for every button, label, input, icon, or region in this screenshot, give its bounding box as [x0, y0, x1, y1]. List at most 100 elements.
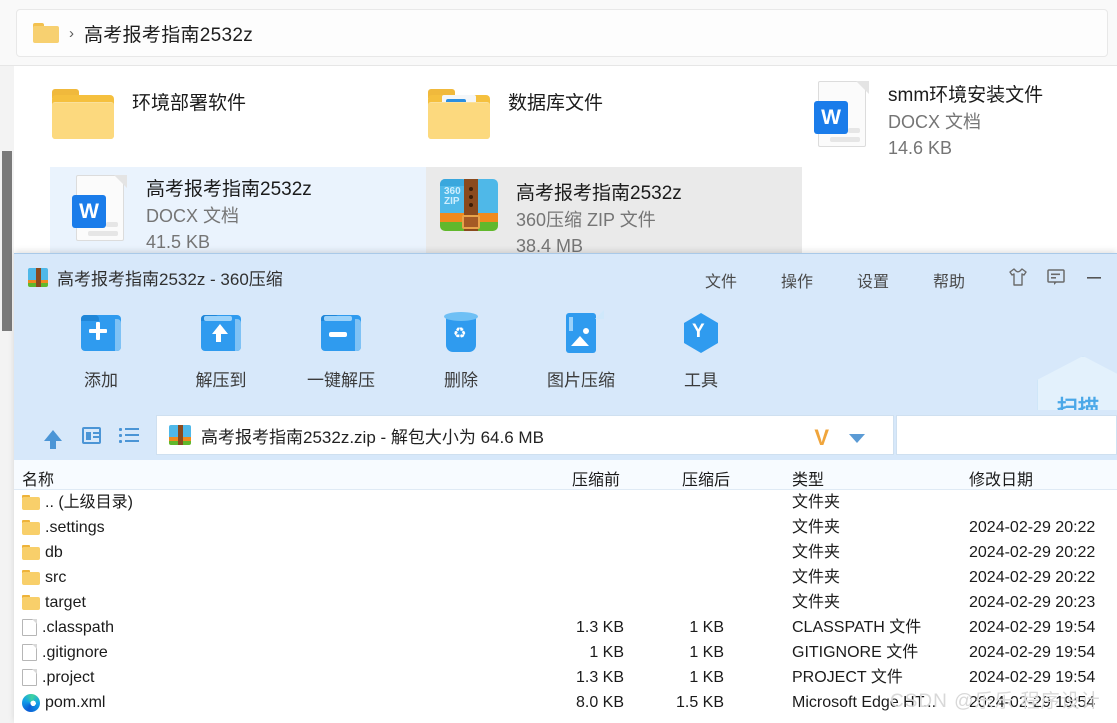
row-name: src [45, 569, 67, 586]
explorer-tile-folder-2[interactable]: 数据库文件 [428, 89, 808, 155]
folder-icon [22, 495, 40, 510]
list-view-icon[interactable] [114, 420, 144, 450]
window-titlebar[interactable]: 高考报考指南2532z - 360压缩 文件 操作 设置 帮助 [14, 254, 1117, 298]
explorer-scrollbar-thumb[interactable] [2, 151, 12, 331]
zip-360-icon [28, 268, 48, 287]
menu-item-help[interactable]: 帮助 [911, 266, 987, 294]
row-type: Microsoft Edge HT... [792, 694, 937, 711]
row-type: 文件夹 [792, 544, 841, 561]
feedback-icon[interactable] [1039, 262, 1073, 292]
explorer-tile-doc-smm[interactable]: W smm环境安装文件 DOCX 文档 14.6 KB [814, 81, 1114, 177]
toolbar-button-delete[interactable]: ♻ 删除 [406, 310, 516, 391]
tile-type: DOCX 文档 [146, 206, 240, 226]
search-input[interactable] [896, 415, 1117, 455]
table-row[interactable]: .. (上级目录) 文件夹 [14, 490, 1117, 515]
toolbar-button-one-click-extract[interactable]: 一键解压 [286, 310, 396, 391]
table-row[interactable]: .gitignore 1 KB 1 KB GITIGNORE 文件 2024-0… [14, 640, 1117, 665]
row-name-cell: .gitignore [22, 640, 108, 665]
zip-360-icon: 360 ZIP [440, 179, 498, 231]
row-date: 2024-02-29 19:54 [969, 694, 1096, 711]
tile-name: smm环境安装文件 [888, 85, 1044, 106]
image-compress-icon [558, 310, 604, 356]
column-header-size-after[interactable]: 压缩后 [682, 466, 730, 490]
folder-icon [22, 595, 40, 610]
folder-one-click-extract-icon [318, 310, 364, 356]
row-date: 2024-02-29 19:54 [969, 669, 1096, 686]
menu-bar: 文件 操作 设置 帮助 [683, 266, 987, 294]
row-size-after: 1 KB [689, 669, 724, 686]
toolbar-button-add[interactable]: 添加 [46, 310, 156, 391]
toolbar-label: 图片压缩 [547, 371, 615, 390]
row-name: .. (上级目录) [45, 494, 133, 511]
row-date: 2024-02-29 19:54 [969, 644, 1096, 661]
trash-icon: ♻ [438, 310, 484, 356]
row-type: 文件夹 [792, 594, 841, 611]
chevron-down-icon[interactable] [849, 434, 865, 443]
row-name-cell: src [22, 565, 66, 590]
row-name: .project [42, 669, 95, 686]
tile-type: 360压缩 ZIP 文件 [516, 210, 656, 230]
row-type: 文件夹 [792, 494, 841, 511]
table-row[interactable]: target 文件夹 2024-02-29 20:23 [14, 590, 1117, 615]
column-header-size-before[interactable]: 压缩前 [572, 466, 620, 490]
explorer-tile-doc-selected[interactable]: W 高考报考指南2532z DOCX 文档 41.5 KB [50, 167, 426, 253]
toolbar-button-image-compress[interactable]: 图片压缩 [526, 310, 636, 391]
window-buttons [1001, 262, 1111, 292]
menu-item-settings[interactable]: 设置 [835, 266, 911, 294]
column-header-type[interactable]: 类型 [792, 466, 824, 490]
toolbar-button-extract-to[interactable]: 解压到 [166, 310, 276, 391]
file-icon [22, 644, 37, 661]
row-type: PROJECT 文件 [792, 669, 903, 686]
folder-add-icon [78, 310, 124, 356]
row-name-cell: .settings [22, 515, 105, 540]
edge-browser-icon [22, 693, 40, 712]
table-row[interactable]: db 文件夹 2024-02-29 20:22 [14, 540, 1117, 565]
row-name-cell: .classpath [22, 615, 114, 640]
breadcrumb[interactable]: › 高考报考指南2532z [16, 9, 1108, 57]
folder-icon [33, 23, 59, 43]
archive-path-value: 高考报考指南2532z.zip - 解包大小为 64.6 MB [201, 427, 544, 447]
row-type: 文件夹 [792, 519, 841, 536]
folder-icon [22, 520, 40, 535]
row-name-cell: db [22, 540, 63, 565]
tile-name: 高考报考指南2532z [516, 183, 682, 204]
table-row[interactable]: .project 1.3 KB 1 KB PROJECT 文件 2024-02-… [14, 665, 1117, 690]
tools-hexagon-icon: Y [678, 310, 724, 356]
row-type: GITIGNORE 文件 [792, 644, 919, 661]
row-size-after: 1 KB [689, 619, 724, 636]
archive-path-field[interactable]: 高考报考指南2532z.zip - 解包大小为 64.6 MB V [156, 415, 894, 455]
toolbar-label: 解压到 [195, 371, 247, 390]
row-size-before: 8.0 KB [575, 694, 624, 711]
list-header: 名称 压缩前 压缩后 类型 修改日期 [14, 460, 1117, 490]
row-name: pom.xml [45, 694, 106, 711]
menu-item-action[interactable]: 操作 [759, 266, 835, 294]
menu-item-file[interactable]: 文件 [683, 266, 759, 294]
file-icon [22, 619, 37, 636]
toolbar-button-tools[interactable]: Y 工具 [646, 310, 756, 391]
column-header-date[interactable]: 修改日期 [969, 466, 1033, 490]
view-panel-icon[interactable] [76, 420, 106, 450]
table-row[interactable]: pom.xml 8.0 KB 1.5 KB Microsoft Edge HT.… [14, 690, 1117, 715]
up-arrow-icon[interactable] [38, 420, 68, 450]
v-logo-mark: V [814, 425, 829, 450]
table-row[interactable]: .settings 文件夹 2024-02-29 20:22 [14, 515, 1117, 540]
folder-database-icon [428, 89, 490, 139]
chevron-right-icon: › [69, 24, 74, 42]
tile-size: 14.6 KB [888, 138, 953, 158]
word-doc-icon: W [72, 175, 128, 241]
minimize-icon[interactable] [1077, 262, 1111, 292]
breadcrumb-path-label: 高考报考指南2532z [84, 24, 254, 46]
row-size-before: 1 KB [589, 644, 624, 661]
row-size-after: 1 KB [689, 644, 724, 661]
table-row[interactable]: .classpath 1.3 KB 1 KB CLASSPATH 文件 2024… [14, 615, 1117, 640]
explorer-tile-zip-selected[interactable]: 360 ZIP 高考报考指南2532z 360压缩 ZIP 文件 38.4 MB [426, 167, 802, 256]
table-row[interactable]: src 文件夹 2024-02-29 20:22 [14, 565, 1117, 590]
toolbar: 添加 解压到 一键解压 ♻ 删除 图片压缩 Y 工具 扫描 [14, 298, 1117, 452]
row-name-cell: target [22, 590, 86, 615]
row-type: 文件夹 [792, 569, 841, 586]
column-header-name[interactable]: 名称 [22, 466, 54, 490]
file-icon [22, 669, 37, 686]
skin-tshirt-icon[interactable] [1001, 262, 1035, 292]
row-name-cell: .project [22, 665, 94, 690]
explorer-tile-folder-1[interactable]: 环境部署软件 [52, 89, 432, 155]
